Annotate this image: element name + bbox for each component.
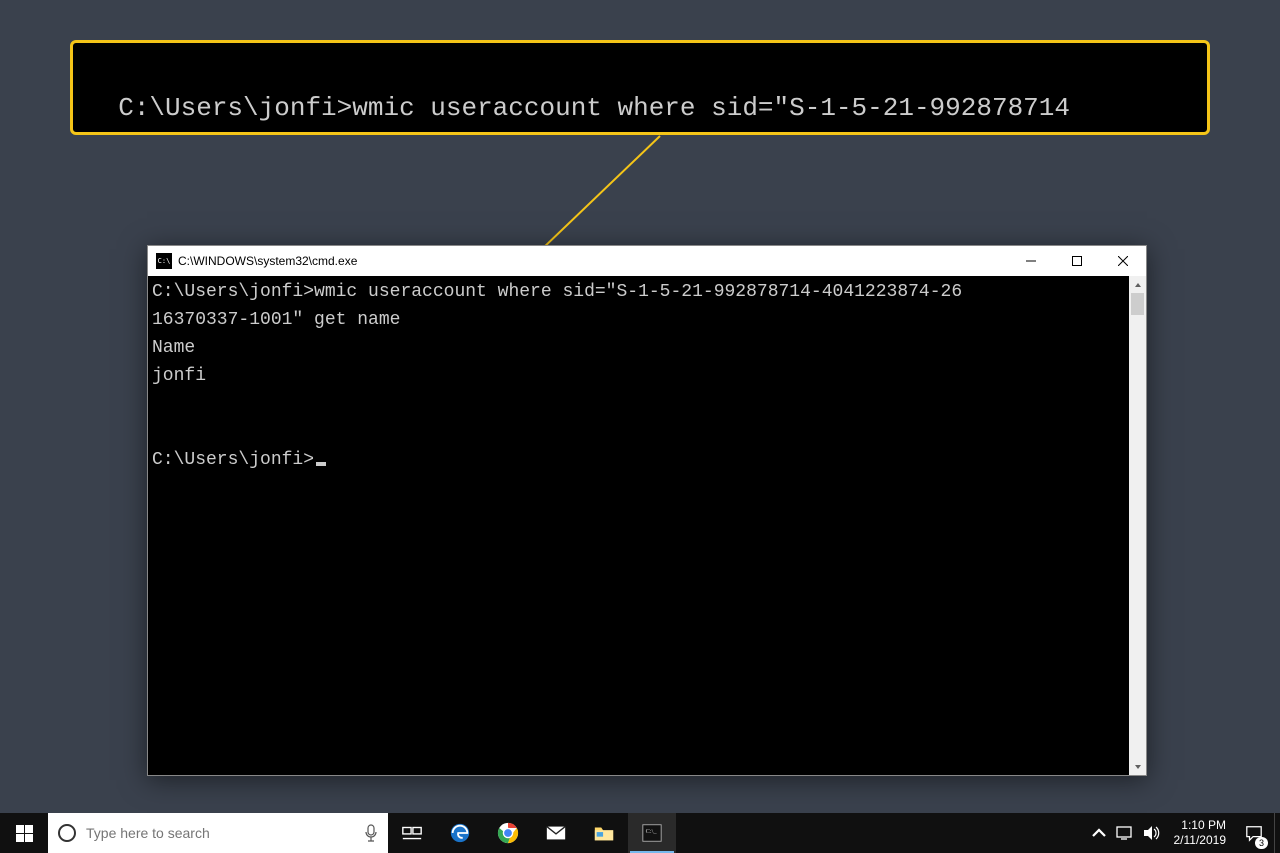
taskbar-mail[interactable] xyxy=(532,813,580,853)
window-title: C:\WINDOWS\system32\cmd.exe xyxy=(178,254,357,268)
chevron-up-icon xyxy=(1090,824,1108,842)
titlebar[interactable]: C:\ C:\WINDOWS\system32\cmd.exe xyxy=(148,246,1146,276)
monitor-icon xyxy=(1116,824,1134,842)
system-tray[interactable] xyxy=(1080,813,1166,853)
folder-icon xyxy=(593,822,615,844)
minimize-button[interactable] xyxy=(1008,246,1054,276)
scroll-down-button[interactable] xyxy=(1129,758,1146,775)
close-button[interactable] xyxy=(1100,246,1146,276)
volume-icon[interactable] xyxy=(1142,824,1160,842)
maximize-icon xyxy=(1072,256,1082,266)
taskbar-chrome[interactable] xyxy=(484,813,532,853)
cmd-window: C:\ C:\WINDOWS\system32\cmd.exe C:\Users… xyxy=(147,245,1147,776)
svg-text:C:\_: C:\_ xyxy=(646,828,658,835)
mail-icon xyxy=(545,822,567,844)
show-desktop-button[interactable] xyxy=(1274,813,1280,853)
minimize-icon xyxy=(1026,256,1036,266)
start-button[interactable] xyxy=(0,813,48,853)
taskbar-cmd[interactable]: C:\_ xyxy=(628,813,676,853)
network-icon[interactable] xyxy=(1116,824,1134,842)
cmd-taskbar-icon: C:\_ xyxy=(641,822,663,844)
terminal-line: 16370337-1001" get name xyxy=(152,310,400,330)
cursor xyxy=(316,462,326,466)
chrome-icon xyxy=(497,822,519,844)
task-view-icon xyxy=(401,822,423,844)
tray-overflow-icon[interactable] xyxy=(1090,824,1108,842)
task-view-button[interactable] xyxy=(388,813,436,853)
action-center-button[interactable]: 3 xyxy=(1234,813,1274,853)
terminal-line: C:\Users\jonfi>wmic useraccount where si… xyxy=(152,282,962,302)
windows-icon xyxy=(16,825,33,842)
cmd-icon: C:\ xyxy=(156,253,172,269)
taskbar-explorer[interactable] xyxy=(580,813,628,853)
clock[interactable]: 1:10 PM 2/11/2019 xyxy=(1166,813,1235,853)
microphone-icon[interactable] xyxy=(364,824,378,842)
search-box[interactable] xyxy=(48,813,388,853)
scroll-up-button[interactable] xyxy=(1129,276,1146,293)
clock-date: 2/11/2019 xyxy=(1174,833,1227,848)
speaker-icon xyxy=(1142,824,1160,842)
cortana-icon xyxy=(58,824,76,842)
edge-icon xyxy=(449,822,471,844)
notification-badge: 3 xyxy=(1255,837,1268,849)
taskbar-edge[interactable] xyxy=(436,813,484,853)
taskbar: C:\_ 1:10 PM 2/11/2019 3 xyxy=(0,813,1280,853)
maximize-button[interactable] xyxy=(1054,246,1100,276)
close-icon xyxy=(1118,256,1128,266)
callout-box: C:\Users\jonfi>wmic useraccount where si… xyxy=(70,40,1210,135)
callout-text: C:\Users\jonfi>wmic useraccount where si… xyxy=(87,93,1070,135)
scrollbar[interactable] xyxy=(1129,276,1146,775)
scroll-track[interactable] xyxy=(1129,293,1146,758)
terminal-prompt: C:\Users\jonfi> xyxy=(152,450,314,470)
search-input[interactable] xyxy=(86,825,354,841)
chevron-down-icon xyxy=(1134,763,1142,771)
terminal-output[interactable]: C:\Users\jonfi>wmic useraccount where si… xyxy=(148,276,1129,775)
chevron-up-icon xyxy=(1134,281,1142,289)
terminal-line: Name xyxy=(152,338,195,358)
scroll-thumb[interactable] xyxy=(1131,293,1144,315)
terminal-line: jonfi xyxy=(152,366,206,386)
clock-time: 1:10 PM xyxy=(1181,818,1226,833)
